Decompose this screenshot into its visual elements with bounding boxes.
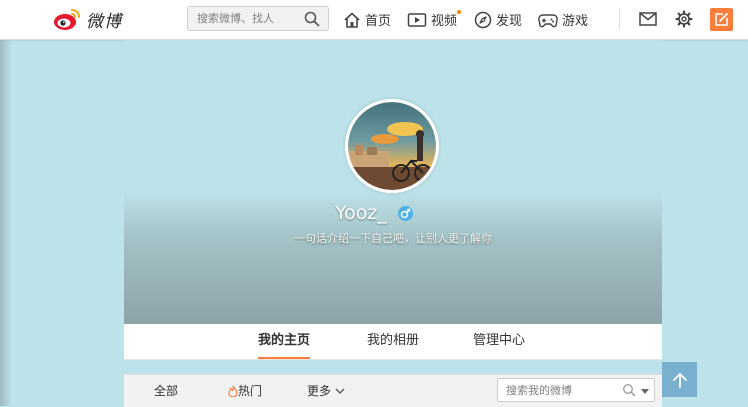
tab-my-home[interactable]: 我的主页 [258,324,311,359]
search-icon[interactable] [622,383,636,397]
nav-games[interactable]: 游戏 [538,0,588,39]
weibo-logo-icon [54,9,80,30]
feed-search-input[interactable] [498,379,616,402]
video-icon [407,12,427,27]
nav-video-label: 视频 [431,14,458,29]
compass-icon [474,11,492,28]
nav-games-label: 游戏 [562,14,589,29]
profile-intro[interactable]: 一句话介绍一下自己吧，让别人更了解你 [0,230,748,246]
username[interactable]: Yooz_ [335,202,387,224]
feed-search-box [497,378,655,402]
weibo-logo[interactable]: 微博 [52,6,128,32]
mail-icon [639,12,657,26]
filter-hot-label: 热门 [238,384,263,398]
video-notify-dot [457,10,461,14]
back-to-top-button[interactable] [662,362,697,397]
nav-discover[interactable]: 发现 [474,0,522,39]
tab-my-album[interactable]: 我的相册 [367,324,419,359]
profile-name-row: Yooz_ [0,202,748,224]
male-icon [397,205,413,221]
nav-discover-label: 发现 [496,14,523,29]
gear-icon [675,10,693,28]
nav-divider [619,8,620,30]
nav-home-label: 首页 [365,14,392,29]
profile-tabs: 我的主页 我的相册 管理中心 [124,324,662,360]
compose-button[interactable] [710,8,733,31]
global-search-box [187,6,329,31]
caret-down-icon[interactable] [640,386,650,396]
arrow-up-icon [672,372,687,388]
search-icon[interactable] [304,11,320,27]
top-nav-bar: 微博 首页 视频 发现 [0,0,748,40]
home-icon [344,12,360,28]
settings-button[interactable] [674,9,694,29]
filter-hot[interactable]: 热门 [228,375,262,407]
filter-more[interactable]: 更多 [307,375,346,407]
filter-more-label: 更多 [307,384,332,398]
gamepad-icon [538,13,558,27]
compose-icon [715,13,728,26]
filter-all[interactable]: 全部 [154,375,178,407]
chevron-down-icon [335,388,345,394]
tab-manage-center[interactable]: 管理中心 [473,324,525,359]
nav-video[interactable]: 视频 [407,0,457,39]
logo-text: 微博 [86,11,122,32]
flame-icon [228,385,238,397]
avatar[interactable] [345,99,439,193]
search-input[interactable] [188,7,305,30]
avatar-image [345,99,439,193]
nav-home[interactable]: 首页 [343,0,391,39]
messages-button[interactable] [638,9,658,29]
